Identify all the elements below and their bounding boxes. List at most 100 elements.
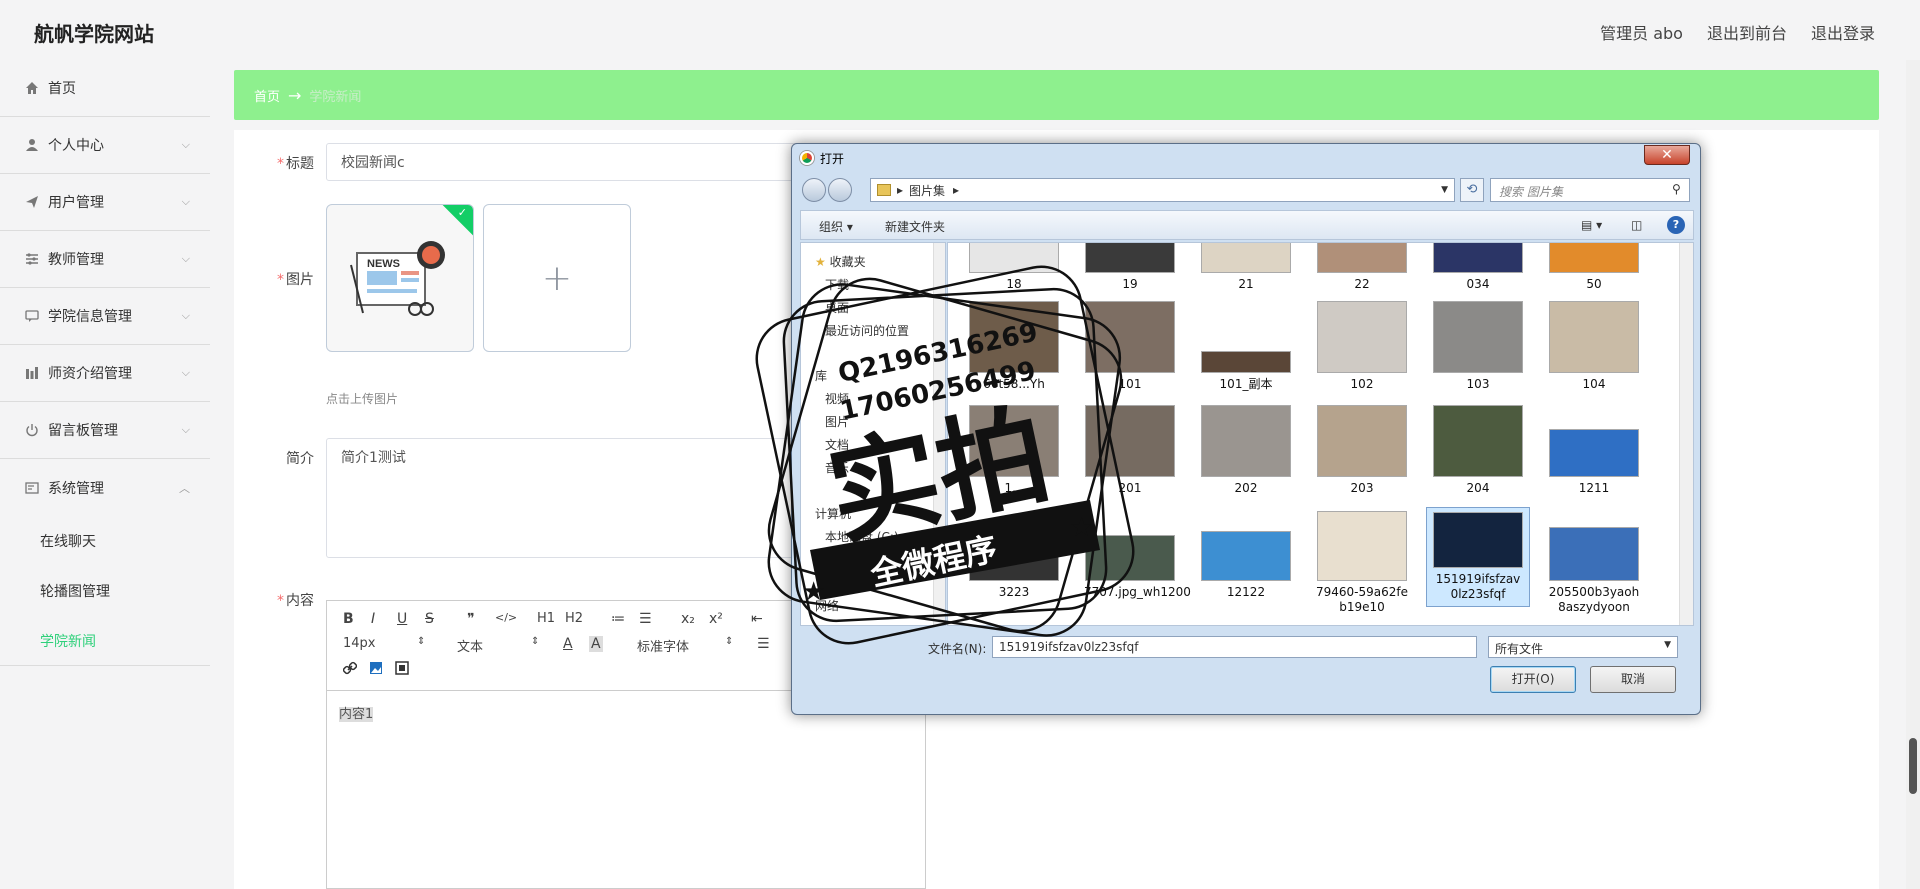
nav-item-network[interactable]: 网络 <box>815 597 839 614</box>
exit-to-frontend-link[interactable]: 退出到前台 <box>1707 20 1787 44</box>
font-size-select[interactable]: 14px <box>343 636 376 651</box>
nav-item-recent[interactable]: 最近访问的位置 <box>825 322 909 339</box>
video-icon[interactable] <box>395 661 409 679</box>
file-item[interactable]: 205500b3yaoh8aszydyoon <box>1548 527 1640 615</box>
page-scrollbar-thumb[interactable] <box>1909 738 1917 794</box>
folder-icon <box>877 184 891 196</box>
nav-item-drive-d[interactable]: 软件 (D:) <box>825 551 875 568</box>
file-item[interactable]: 034 <box>1432 243 1524 292</box>
h2-button[interactable]: H2 <box>565 611 583 626</box>
sidebar-item-faculty-intro[interactable]: 师资介绍管理 ⌵ <box>0 345 210 402</box>
code-button[interactable]: </> <box>495 611 517 624</box>
file-item[interactable]: 21 <box>1200 243 1292 292</box>
nav-item-pictures[interactable]: 图片 <box>825 413 849 430</box>
file-item[interactable]: 202 <box>1200 405 1292 496</box>
organize-button[interactable]: 组织 ▾ <box>819 218 853 235</box>
breadcrumb-home[interactable]: 首页 <box>254 86 280 105</box>
help-icon[interactable]: ? <box>1667 216 1685 234</box>
font-family-select[interactable]: 标准字体 <box>637 636 689 655</box>
highlight-icon[interactable]: A <box>589 636 603 652</box>
file-item[interactable]: 12122 <box>1200 531 1292 600</box>
sidebar-item-user-management[interactable]: 用户管理 ⌵ <box>0 174 210 231</box>
quote-button[interactable]: ❞ <box>467 611 475 627</box>
sidebar-item-teacher-management[interactable]: 教师管理 ⌵ <box>0 231 210 288</box>
nav-item-libraries[interactable]: 库 <box>815 367 827 384</box>
file-item[interactable]: 103 <box>1432 301 1524 392</box>
underline-button[interactable]: U <box>397 611 407 627</box>
nav-scrollbar[interactable] <box>933 243 945 625</box>
strike-button[interactable]: S <box>425 611 434 627</box>
nav-item-computer[interactable]: 计算机 <box>815 505 851 522</box>
file-item[interactable]: 203 <box>1316 405 1408 496</box>
nav-item-drive-c[interactable]: 本地磁盘 (C:) <box>825 528 899 545</box>
outdent-button[interactable]: ⇤ <box>751 611 763 627</box>
sidebar-item-personal-center[interactable]: 个人中心 ⌵ <box>0 117 210 174</box>
filetype-select[interactable]: 所有文件 ▼ <box>1488 636 1678 658</box>
h1-button[interactable]: H1 <box>537 611 555 626</box>
file-item[interactable]: 79460-59a62feb19e10 <box>1316 511 1408 615</box>
dialog-close-button[interactable]: ✕ <box>1644 145 1690 165</box>
sidebar-item-system-management[interactable]: 系统管理 ︿ <box>0 459 210 516</box>
file-item[interactable]: 3223 <box>968 535 1060 600</box>
logout-link[interactable]: 退出登录 <box>1811 20 1875 44</box>
align-icon[interactable]: ☰ <box>757 636 770 652</box>
back-button[interactable] <box>802 178 826 202</box>
admin-user-link[interactable]: 管理员 abo <box>1600 20 1683 44</box>
image-label: * 图片 <box>277 272 314 288</box>
file-item[interactable]: 201 <box>1084 405 1176 496</box>
sidebar-subitem-college-news[interactable]: 学院新闻 <box>0 616 210 666</box>
sidebar-item-college-info[interactable]: 学院信息管理 ⌵ <box>0 288 210 345</box>
nav-item-favorites[interactable]: ★ 收藏夹 <box>815 253 866 270</box>
superscript-button[interactable]: x² <box>709 611 723 627</box>
file-item[interactable]: 66t58...Yh <box>968 301 1060 392</box>
file-item[interactable]: 204 <box>1432 405 1524 496</box>
dropdown-arrow-icon: ▼ <box>1664 640 1671 650</box>
refresh-button[interactable]: ⟲ <box>1460 178 1484 202</box>
file-grid-scrollbar[interactable] <box>1679 243 1693 625</box>
open-button[interactable]: 打开(O) <box>1490 666 1576 693</box>
nav-item-music[interactable]: 音乐 <box>825 459 849 476</box>
ordered-list-button[interactable]: ≔ <box>611 611 625 627</box>
file-item[interactable]: 7707.jpg_wh1200 <box>1084 535 1191 600</box>
file-item[interactable]: 1... <box>968 405 1060 496</box>
dialog-search-input[interactable]: 搜索 图片集 <box>1490 178 1690 202</box>
bold-button[interactable]: B <box>343 611 354 627</box>
new-folder-button[interactable]: 新建文件夹 <box>885 218 945 235</box>
italic-button[interactable]: I <box>371 611 375 627</box>
link-icon[interactable] <box>342 661 358 679</box>
file-item-selected[interactable]: 151919ifsfzav0lz23sfqf <box>1426 507 1530 607</box>
sidebar-subitem-online-chat[interactable]: 在线聊天 <box>0 516 210 566</box>
file-item[interactable]: 102 <box>1316 301 1408 392</box>
sidebar-item-message-board[interactable]: 留言板管理 ⌵ <box>0 402 210 459</box>
file-item[interactable]: 22 <box>1316 243 1408 292</box>
add-image-button[interactable]: + <box>483 204 631 352</box>
file-item[interactable]: 101_副本 <box>1200 351 1292 392</box>
font-color-icon[interactable]: A <box>563 636 573 652</box>
image-icon[interactable] <box>369 661 383 679</box>
file-item[interactable]: 101 <box>1084 301 1176 392</box>
nav-item-desktop[interactable]: 桌面 <box>825 299 849 316</box>
preview-pane-icon[interactable]: ◫ <box>1631 218 1642 232</box>
nav-item-documents[interactable]: 文档 <box>825 436 849 453</box>
view-options-icon[interactable]: ▤ ▾ <box>1581 218 1602 232</box>
file-item[interactable]: 18 <box>968 243 1060 292</box>
bullet-list-button[interactable]: ☰ <box>639 611 652 627</box>
sidebar-subitem-carousel[interactable]: 轮播图管理 <box>0 566 210 616</box>
sidebar-item-home[interactable]: 首页 <box>0 60 210 117</box>
bar-chart-icon <box>24 365 40 381</box>
file-item[interactable]: 104 <box>1548 301 1640 392</box>
nav-item-videos[interactable]: 视频 <box>825 390 849 407</box>
file-item[interactable]: 1211 <box>1548 429 1640 496</box>
cancel-button[interactable]: 取消 <box>1590 666 1676 693</box>
uploaded-image-card[interactable]: ✓ NEWS <box>326 204 474 352</box>
page-scrollbar[interactable] <box>1906 60 1920 889</box>
subscript-button[interactable]: x₂ <box>681 611 695 627</box>
dropdown-arrow-icon[interactable]: ▼ <box>1441 185 1448 195</box>
file-item[interactable]: 50 <box>1548 243 1640 292</box>
filename-input[interactable]: 151919ifsfzav0lz23sfqf <box>992 636 1477 658</box>
text-type-select[interactable]: 文本 <box>457 636 483 655</box>
file-item[interactable]: 19 <box>1084 243 1176 292</box>
forward-button[interactable] <box>828 178 852 202</box>
nav-item-downloads[interactable]: 下载 <box>825 276 849 293</box>
address-bar[interactable]: ▸ 图片集 ▸ ▼ <box>870 178 1455 202</box>
